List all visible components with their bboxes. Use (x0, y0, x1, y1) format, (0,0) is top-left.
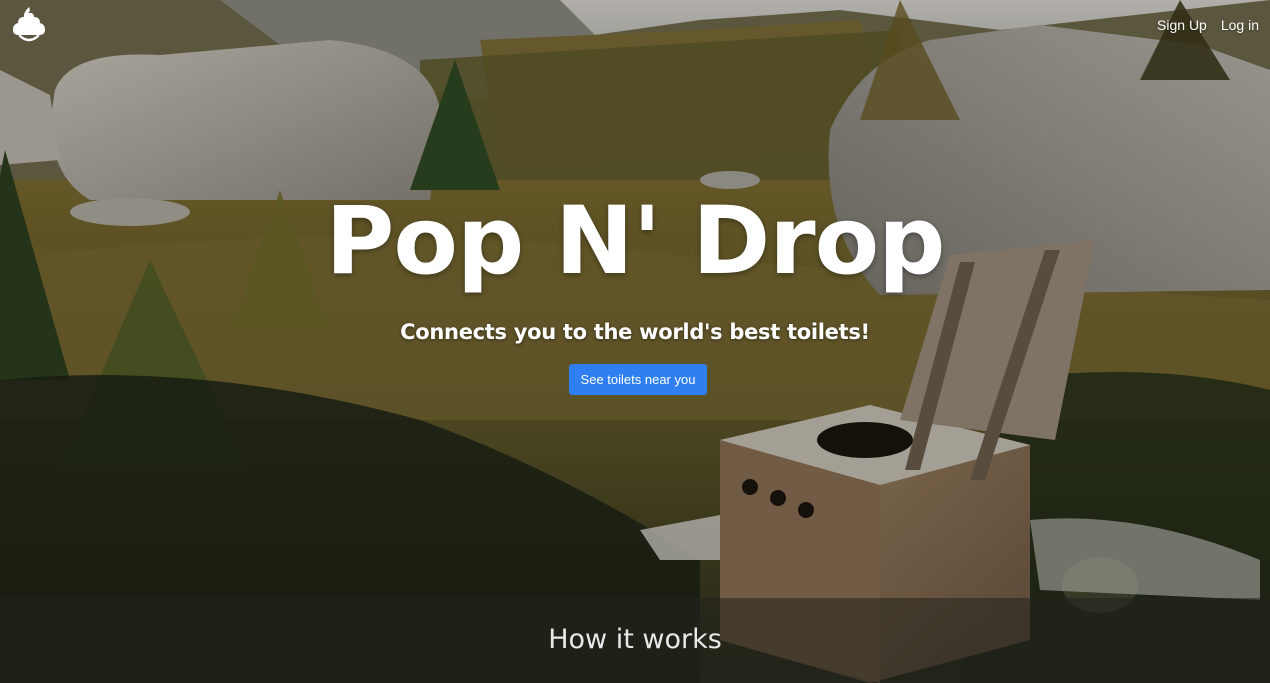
login-link[interactable]: Log in (1221, 16, 1259, 34)
top-nav: Sign Up Log in (1157, 16, 1259, 34)
see-toilets-button[interactable]: See toilets near you (569, 364, 707, 395)
how-it-works-heading: How it works (548, 624, 722, 655)
hero-subtitle: Connects you to the world's best toilets… (400, 320, 870, 344)
poop-icon[interactable] (12, 6, 46, 44)
signup-link[interactable]: Sign Up (1157, 16, 1207, 34)
hero-title: Pop N' Drop (325, 187, 946, 296)
hero: Sign Up Log in Pop N' Drop Connects you … (0, 0, 1270, 683)
